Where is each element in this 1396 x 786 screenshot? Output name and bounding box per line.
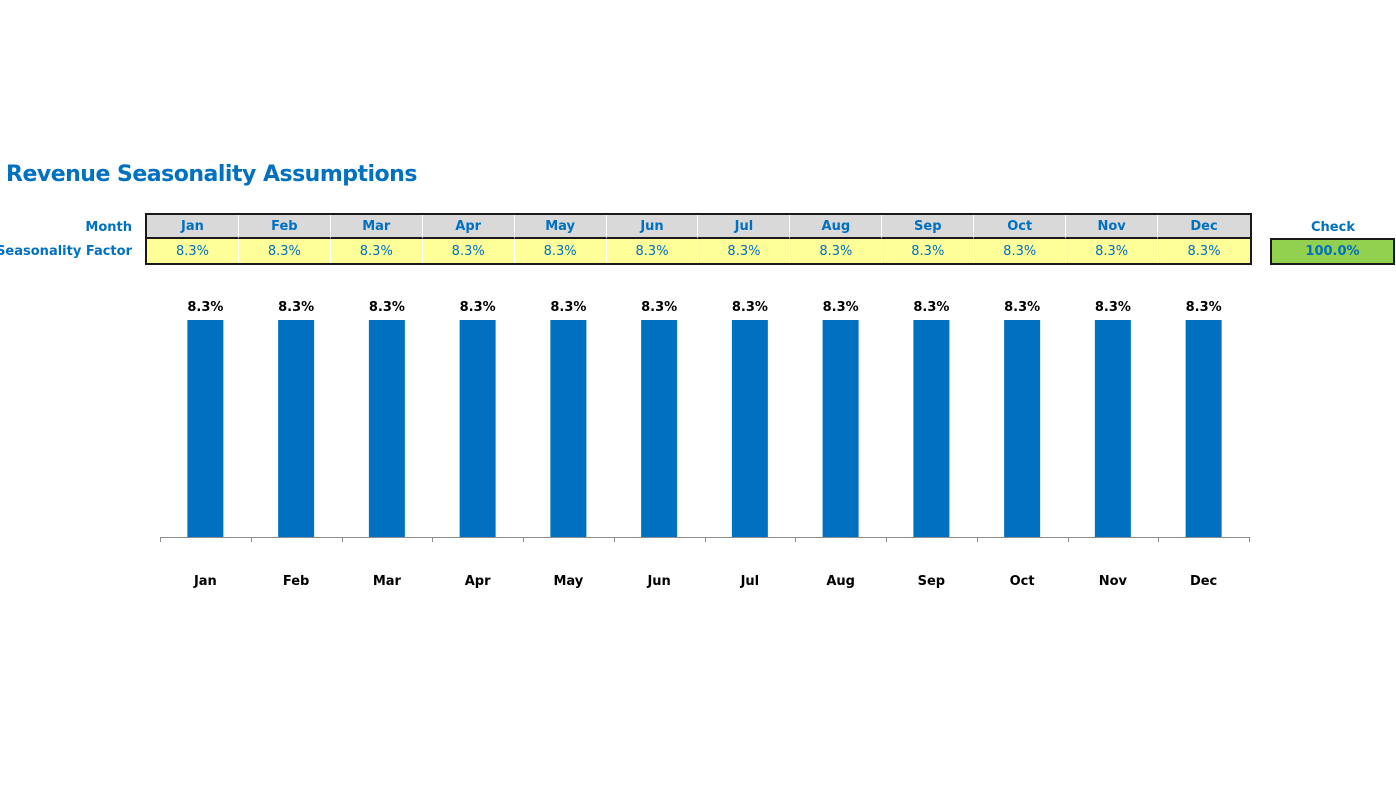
bar [1185,320,1222,537]
bar [822,320,859,537]
bar [641,320,678,537]
data-label: 8.3% [823,300,859,315]
x-tick-label: Jun [646,574,670,589]
bar [913,320,950,537]
data-label: 8.3% [1004,300,1040,315]
data-label: 8.3% [460,300,496,315]
x-tick-label: Jul [740,574,760,589]
bar [278,320,315,537]
data-label: 8.3% [550,300,586,315]
data-label: 8.3% [913,300,949,315]
bar [550,320,587,537]
bar [459,320,496,537]
x-tick-label: Apr [465,574,491,589]
x-tick-label: Oct [1010,574,1035,589]
data-label: 8.3% [732,300,768,315]
seasonality-bar-chart: 8.3% Jan 8.3% Feb 8.3% Mar 8.3% Apr 8.3% May 8.3% J… [160,300,1250,589]
bar [187,320,224,537]
data-label: 8.3% [187,300,223,315]
x-tick-label: Mar [373,574,402,589]
x-tick-label: Nov [1099,574,1128,589]
x-tick-label: Dec [1190,574,1217,589]
x-tick-label: Feb [283,574,309,589]
bar [1004,320,1041,537]
x-tick-label: Jan [193,574,217,589]
bar [1094,320,1131,537]
data-label: 8.3% [641,300,677,315]
x-tick-label: Sep [918,574,946,589]
bar [368,320,405,537]
data-label: 8.3% [369,300,405,315]
data-label: 8.3% [1186,300,1222,315]
x-tick-label: May [553,574,583,589]
data-label: 8.3% [1095,300,1131,315]
x-tick-label: Aug [826,574,855,589]
bar [731,320,768,537]
data-label: 8.3% [278,300,314,315]
